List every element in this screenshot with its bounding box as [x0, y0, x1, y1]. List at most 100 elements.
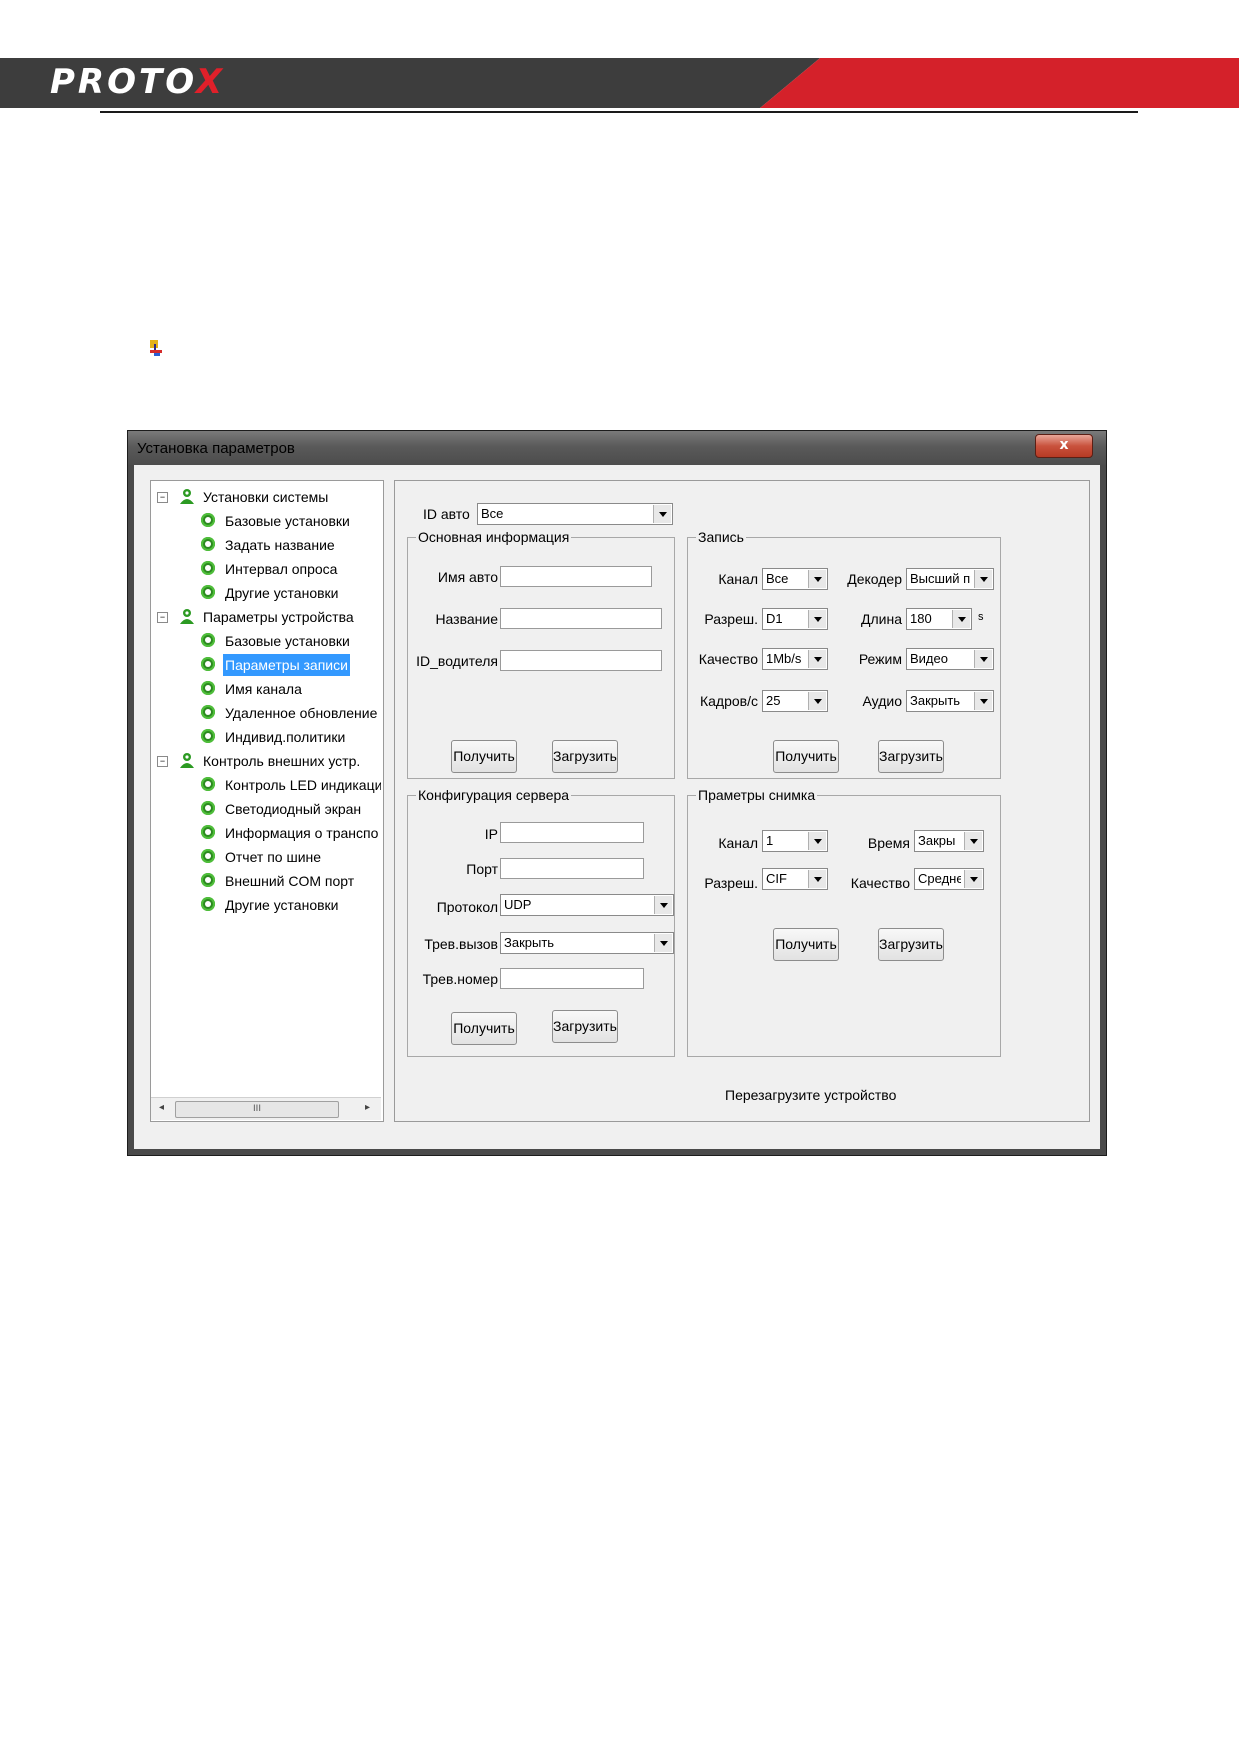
- alarm-call-select[interactable]: Закрыть: [500, 932, 674, 954]
- gear-icon: [201, 657, 215, 671]
- collapse-icon[interactable]: −: [157, 756, 168, 767]
- scroll-thumb[interactable]: III: [175, 1101, 339, 1118]
- tree-item-label: Отчет по шине: [225, 849, 322, 865]
- tree-item-label: Имя канала: [225, 681, 302, 697]
- record-channel-value: Все: [766, 571, 789, 586]
- tree-group[interactable]: − Параметры устройства: [157, 606, 377, 628]
- tree-item[interactable]: Задать название: [199, 534, 381, 556]
- snapshot-load-button[interactable]: Загрузить: [878, 928, 944, 961]
- driver-id-field[interactable]: [500, 650, 662, 671]
- name-label: Название: [435, 611, 498, 627]
- snapshot-quality-select[interactable]: Средне: [914, 868, 984, 890]
- snapshot-title: Праметры снимка: [696, 786, 818, 804]
- gear-icon: [201, 849, 215, 863]
- name-field[interactable]: [500, 608, 662, 629]
- audio-label: Аудио: [862, 693, 903, 709]
- id-auto-select[interactable]: Все: [477, 503, 673, 525]
- tree-item[interactable]: Параметры записи: [199, 654, 381, 676]
- tree-item-label: Базовые установки: [225, 633, 350, 649]
- length-select[interactable]: 180: [906, 608, 972, 630]
- decoder-select[interactable]: Высший пр: [906, 568, 994, 590]
- chevron-down-icon[interactable]: [654, 896, 672, 914]
- collapse-icon[interactable]: −: [157, 612, 168, 623]
- protocol-value: UDP: [504, 897, 532, 912]
- car-name-field[interactable]: [500, 566, 652, 587]
- tree-item-label: Удаленное обновление: [225, 705, 378, 721]
- fps-select[interactable]: 25: [762, 690, 828, 712]
- id-auto-label: ID авто: [423, 506, 470, 522]
- record-channel-select[interactable]: Все: [762, 568, 828, 590]
- tree-item[interactable]: Интервал опроса: [199, 558, 381, 580]
- protocol-label: Протокол: [436, 899, 498, 915]
- snapshot-channel-select[interactable]: 1: [762, 830, 828, 852]
- record-resolution-select[interactable]: D1: [762, 608, 828, 630]
- tree-item[interactable]: Светодиодный экран: [199, 798, 381, 820]
- time-value: Закры: [918, 833, 956, 848]
- basic-info-get-button[interactable]: Получить: [451, 740, 517, 773]
- chevron-down-icon[interactable]: [808, 870, 826, 888]
- tree-item-label: Светодиодный экран: [225, 801, 362, 817]
- chevron-down-icon[interactable]: [808, 650, 826, 668]
- alarm-call-value: Закрыть: [504, 935, 555, 950]
- tree-item[interactable]: Внешний COM порт: [199, 870, 381, 892]
- chevron-down-icon[interactable]: [808, 570, 826, 588]
- snapshot-channel-value: 1: [766, 833, 774, 848]
- tree-item[interactable]: Информация о транспо: [199, 822, 381, 844]
- chevron-down-icon[interactable]: [654, 934, 672, 952]
- record-get-button[interactable]: Получить: [773, 740, 839, 773]
- server-get-button[interactable]: Получить: [451, 1012, 517, 1045]
- gear-icon: [201, 801, 215, 815]
- tree-item[interactable]: Другие установки: [199, 894, 381, 916]
- record-quality-select[interactable]: 1Mb/s: [762, 648, 828, 670]
- scroll-right-icon[interactable]: ▸: [365, 1102, 370, 1113]
- time-select[interactable]: Закры: [914, 830, 984, 852]
- snapshot-channel-label: Канал: [718, 835, 758, 851]
- server-load-button[interactable]: Загрузить: [552, 1010, 618, 1043]
- basic-info-group: Основная информация Имя авто Название ID…: [407, 528, 675, 779]
- chevron-down-icon[interactable]: [952, 610, 970, 628]
- tree-item[interactable]: Контроль LED индикаци: [199, 774, 381, 796]
- chevron-down-icon[interactable]: [964, 870, 982, 888]
- protocol-select[interactable]: UDP: [500, 894, 674, 916]
- tree-item[interactable]: Базовые установки: [199, 630, 381, 652]
- audio-select[interactable]: Закрыть: [906, 690, 994, 712]
- chevron-down-icon[interactable]: [808, 610, 826, 628]
- close-button[interactable]: x: [1035, 434, 1093, 458]
- chevron-down-icon[interactable]: [808, 692, 826, 710]
- snapshot-get-button[interactable]: Получить: [773, 928, 839, 961]
- alarm-number-field[interactable]: [500, 968, 644, 989]
- port-field[interactable]: [500, 858, 644, 879]
- record-load-button[interactable]: Загрузить: [878, 740, 944, 773]
- gear-icon: [201, 633, 215, 647]
- chevron-down-icon[interactable]: [653, 505, 671, 523]
- chevron-down-icon[interactable]: [808, 832, 826, 850]
- mode-select[interactable]: Видео: [906, 648, 994, 670]
- tree-item[interactable]: Базовые установки: [199, 510, 381, 532]
- ip-field[interactable]: [500, 822, 644, 843]
- tree-item[interactable]: Удаленное обновление: [199, 702, 381, 724]
- chevron-down-icon[interactable]: [974, 692, 992, 710]
- tree-group[interactable]: − Контроль внешних устр.: [157, 750, 377, 772]
- record-title: Запись: [696, 528, 746, 546]
- chevron-down-icon[interactable]: [974, 570, 992, 588]
- tree-item[interactable]: Другие установки: [199, 582, 381, 604]
- alarm-call-label: Трев.вызов: [424, 936, 498, 952]
- tree-item[interactable]: Имя канала: [199, 678, 381, 700]
- tree-group[interactable]: − Установки системы: [157, 486, 377, 508]
- alarm-number-label: Трев.номер: [422, 971, 498, 987]
- scroll-left-icon[interactable]: ◂: [159, 1102, 164, 1113]
- tree-item[interactable]: Индивид.политики: [199, 726, 381, 748]
- device-group-icon: [180, 489, 194, 504]
- chevron-down-icon[interactable]: [974, 650, 992, 668]
- tree-item-label: Информация о транспо: [225, 825, 379, 841]
- basic-info-load-button[interactable]: Загрузить: [552, 740, 618, 773]
- header-divider: [100, 111, 1138, 113]
- tree-horizontal-scrollbar[interactable]: ◂ III ▸: [151, 1097, 381, 1120]
- chevron-down-icon[interactable]: [964, 832, 982, 850]
- snapshot-resolution-select[interactable]: CIF: [762, 868, 828, 890]
- device-group-icon: [180, 609, 194, 624]
- tree-group-label: Контроль внешних устр.: [203, 753, 361, 769]
- collapse-icon[interactable]: −: [157, 492, 168, 503]
- id-auto-value: Все: [481, 506, 504, 521]
- tree-item[interactable]: Отчет по шине: [199, 846, 381, 868]
